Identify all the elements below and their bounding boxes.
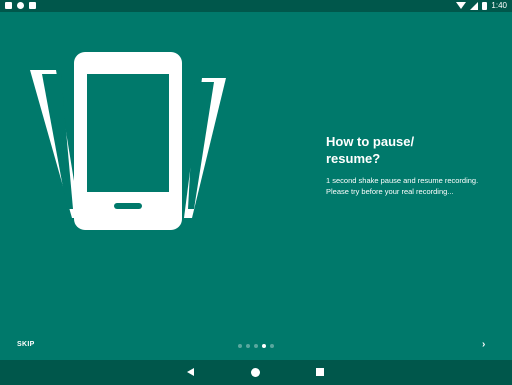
recents-icon[interactable] [316, 368, 324, 376]
back-icon[interactable] [187, 368, 194, 376]
battery-icon [482, 1, 488, 10]
next-button[interactable]: › [482, 339, 485, 350]
wifi-icon [456, 2, 467, 9]
slide-description: 1 second shake pause and resume recordin… [326, 176, 479, 196]
status-notifications [5, 2, 36, 9]
notification-icon [5, 2, 12, 9]
sd-card-icon [29, 2, 36, 9]
sync-icon [17, 2, 24, 9]
page-dot [238, 344, 242, 348]
slide-title: How to pause/ resume? [326, 134, 415, 166]
signal-icon [470, 1, 479, 10]
page-dot [254, 344, 258, 348]
status-bar: 1:40 [0, 0, 512, 12]
home-icon[interactable] [251, 368, 260, 377]
page-dot [246, 344, 250, 348]
skip-button[interactable]: SKIP [17, 341, 35, 348]
status-time: 1:40 [491, 1, 507, 10]
shaking-phone-icon [30, 52, 226, 230]
page-indicator [238, 344, 274, 348]
navigation-bar [0, 360, 512, 385]
page-dot-active [262, 344, 266, 348]
slide-content: How to pause/ resume? 1 second shake pau… [326, 133, 496, 197]
page-dot [270, 344, 274, 348]
status-system: 1:40 [456, 1, 507, 10]
